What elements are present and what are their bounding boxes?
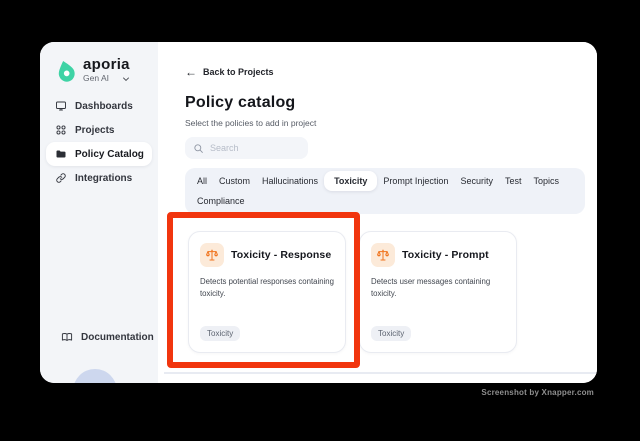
policy-cards: Toxicity - Response Detects potential re… xyxy=(188,231,585,353)
tab-all[interactable]: All xyxy=(191,171,213,191)
link-icon xyxy=(56,173,66,183)
back-link-label: Back to Projects xyxy=(203,67,274,77)
aporia-logo-icon xyxy=(58,60,75,82)
tab-toxicity[interactable]: Toxicity xyxy=(324,171,378,191)
policy-card-title: Toxicity - Response xyxy=(231,249,332,261)
policy-filter-tabs: All Custom Hallucinations Toxicity Promp… xyxy=(185,168,585,214)
tab-prompt-injection[interactable]: Prompt Injection xyxy=(377,171,454,191)
page-title: Policy catalog xyxy=(185,94,296,111)
sidebar-item-policy-catalog[interactable]: Policy Catalog xyxy=(46,142,152,166)
policy-card-description: Detects potential responses containing t… xyxy=(200,277,334,299)
policy-card-toxicity-response[interactable]: Toxicity - Response Detects potential re… xyxy=(188,231,346,353)
sidebar-item-integrations[interactable]: Integrations xyxy=(46,166,152,190)
sidebar-item-label: Documentation xyxy=(81,331,154,343)
policy-icon-bg xyxy=(371,243,395,267)
search-input[interactable] xyxy=(210,143,300,153)
sidebar-nav: Dashboards Projects Policy Catalog Integ… xyxy=(40,94,158,190)
policy-card-description: Detects user messages containing toxicit… xyxy=(371,277,491,299)
tab-security[interactable]: Security xyxy=(454,171,499,191)
tab-custom[interactable]: Custom xyxy=(213,171,256,191)
sidebar: aporia Gen AI Dashboards Projects Policy… xyxy=(40,42,158,383)
content-bottom-divider xyxy=(164,372,597,374)
policy-card-toxicity-prompt[interactable]: Toxicity - Prompt Detects user messages … xyxy=(359,231,517,353)
sidebar-item-label: Dashboards xyxy=(75,100,133,112)
projects-grid-icon xyxy=(56,125,66,135)
workspace-name: Gen AI xyxy=(83,73,109,83)
scales-icon xyxy=(206,249,218,261)
sidebar-item-label: Projects xyxy=(75,124,115,136)
back-to-projects-link[interactable]: ← Back to Projects xyxy=(185,66,274,78)
tab-hallucinations[interactable]: Hallucinations xyxy=(256,171,324,191)
brand[interactable]: aporia Gen AI xyxy=(40,56,158,92)
sidebar-item-documentation[interactable]: Documentation xyxy=(52,325,154,349)
tab-compliance[interactable]: Compliance xyxy=(191,191,251,211)
dashboard-icon xyxy=(56,101,66,111)
sidebar-item-label: Policy Catalog xyxy=(75,148,144,160)
sidebar-item-label: Integrations xyxy=(75,172,133,184)
tab-topics[interactable]: Topics xyxy=(527,171,565,191)
page-subtitle: Select the policies to add in project xyxy=(185,118,317,128)
search-icon xyxy=(194,143,203,153)
sidebar-item-dashboards[interactable]: Dashboards xyxy=(46,94,152,118)
book-icon xyxy=(61,333,73,341)
app-window: aporia Gen AI Dashboards Projects Policy… xyxy=(40,42,597,383)
tab-test[interactable]: Test xyxy=(499,171,528,191)
policy-card-title: Toxicity - Prompt xyxy=(402,249,489,261)
search-box[interactable] xyxy=(185,137,308,159)
policy-card-tag: Toxicity xyxy=(371,326,412,341)
watermark-text: Screenshot by Xnapper.com xyxy=(481,388,594,397)
brand-name: aporia xyxy=(83,56,130,73)
scales-icon xyxy=(377,249,389,261)
user-avatar[interactable] xyxy=(73,369,117,383)
policy-icon-bg xyxy=(200,243,224,267)
chevron-down-icon[interactable] xyxy=(121,74,131,84)
folder-icon xyxy=(56,150,66,158)
sidebar-item-projects[interactable]: Projects xyxy=(46,118,152,142)
main-content: ← Back to Projects Policy catalog Select… xyxy=(158,42,597,383)
back-arrow-icon: ← xyxy=(185,65,197,79)
policy-card-tag: Toxicity xyxy=(200,326,241,341)
